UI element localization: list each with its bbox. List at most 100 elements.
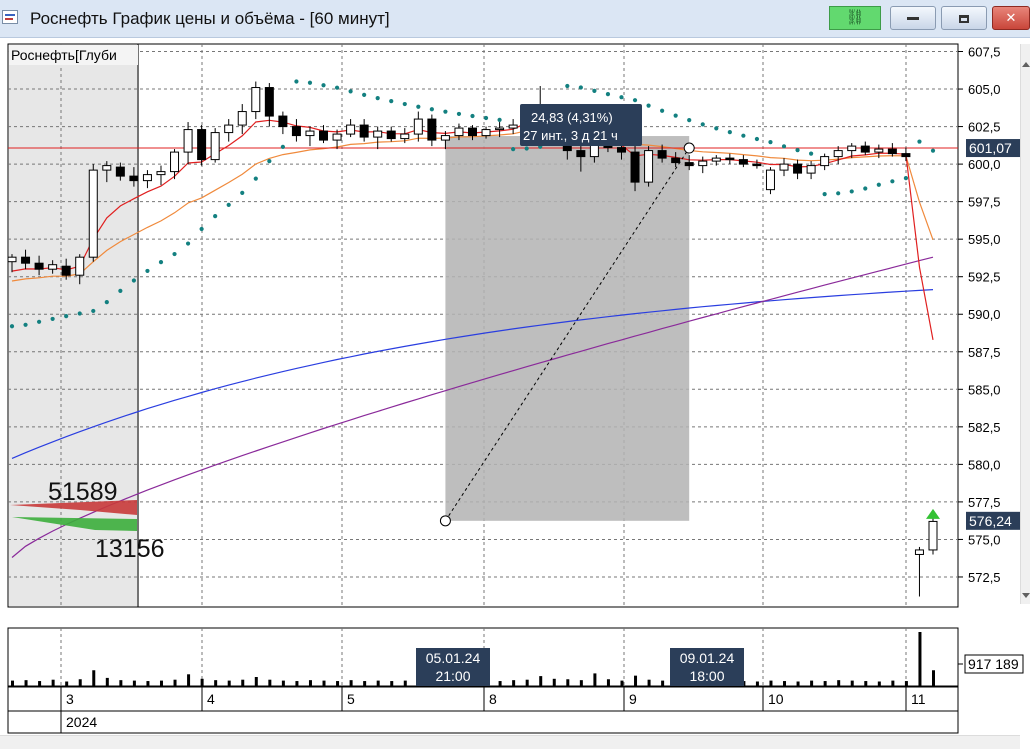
volume-bar [877,681,881,686]
volume-bar [254,677,258,686]
y-tick-label: 572,5 [968,570,1001,585]
cursor-time-label: 21:00 [435,668,470,684]
minimize-button[interactable] [890,6,936,30]
sar-dot [687,118,692,123]
candle-body [129,175,139,182]
volume-bar [606,679,610,686]
link-button[interactable]: ⛓ [829,6,881,30]
volume-bar [498,681,502,686]
sar-dot [64,314,69,319]
volume-bar [214,680,218,686]
sar-dot [795,148,800,153]
y-tick-label: 585,0 [968,382,1001,397]
volume-bar [78,679,82,686]
candle-body [210,132,220,161]
volume-bar [647,679,651,686]
volume-bar [593,673,597,686]
sar-dot [768,140,773,145]
sar-dot [822,192,827,197]
maximize-icon [959,14,969,23]
date-axis-day-label: 4 [207,691,215,707]
cursor-time-label: 18:00 [689,668,724,684]
sar-dot [863,186,868,191]
sar-dot [36,319,42,324]
candle-body [901,153,911,158]
sar-dot [77,311,82,316]
volume-bar [850,680,854,686]
scroll-up-icon[interactable] [1022,62,1030,67]
sar-dot [91,308,96,314]
candle [210,128,220,163]
volume-bar [864,681,868,686]
candle-body [183,129,193,153]
candle-body [291,126,301,137]
sar-dot [185,241,191,246]
candle-body [725,157,735,161]
volume-bar [51,679,55,686]
maximize-button[interactable] [941,6,987,30]
sar-dot [930,148,936,153]
volume-bar [295,681,299,686]
sar-dot [890,179,895,184]
vertical-scrollbar[interactable] [1020,44,1030,604]
volume-bar [92,670,96,686]
sar-dot [781,144,787,149]
volume-bar [11,680,14,686]
sar-dot [375,96,380,101]
candle-body [671,157,681,164]
candle-body [752,163,762,167]
sar-dot [497,117,502,122]
cursor-date-label: 09.01.24 [680,650,735,666]
candle-body [251,87,261,113]
sar-dot [836,191,841,196]
y-tick-label: 587,5 [968,345,1001,360]
date-axis-day-label: 3 [66,691,74,707]
volume-bar [146,681,150,686]
candle-body [616,147,626,153]
volume-buy-label: 13156 [95,535,165,563]
candle-body [21,256,31,264]
link-icon: ⛓ [845,9,865,26]
candle-body [874,148,884,153]
horizontal-scrollbar[interactable] [0,735,1020,749]
candle [644,146,654,187]
sar-dot [416,104,421,109]
sar-dot [131,278,136,283]
volume-bar [755,681,759,686]
scroll-down-icon[interactable] [1022,593,1030,598]
app-chart-icon [2,10,18,24]
candle-body [630,151,640,183]
candle-body [427,118,437,141]
sar-dot [727,130,732,135]
sar-dot [348,89,353,94]
candle-body [224,124,234,134]
y-tick-label: 602,5 [968,120,1001,135]
sar-dot [240,190,245,195]
volume-bar [24,680,28,686]
volume-bar [904,681,908,686]
sar-dot [362,92,367,97]
sar-dot [605,92,611,97]
sar-dot [917,139,922,144]
sar-dot [646,103,651,108]
candle-body [806,165,816,174]
sar-dot [849,189,854,194]
sar-dot [213,214,218,219]
candle-body [386,130,396,140]
volume-bar [796,681,800,686]
candle-body [264,87,274,117]
sar-dot [307,80,313,85]
close-button[interactable]: ✕ [992,6,1030,30]
candle [765,167,775,195]
price-volume-chart[interactable]: 607,5 605,0 602,5 600,0 597,5 595,0 592,5 590,0… [0,38,1030,735]
measurement-change-label: 24,83 (4,31%) [531,110,613,125]
candle-body [359,124,369,138]
sar-dot [714,126,719,131]
candle-body [738,159,748,165]
candle-body [684,162,694,167]
candle-body [454,127,464,137]
volume-scale-label: 917 189 [968,656,1019,672]
volume-bar [634,675,638,686]
volume-bar [65,681,69,686]
candle-body [847,145,857,152]
